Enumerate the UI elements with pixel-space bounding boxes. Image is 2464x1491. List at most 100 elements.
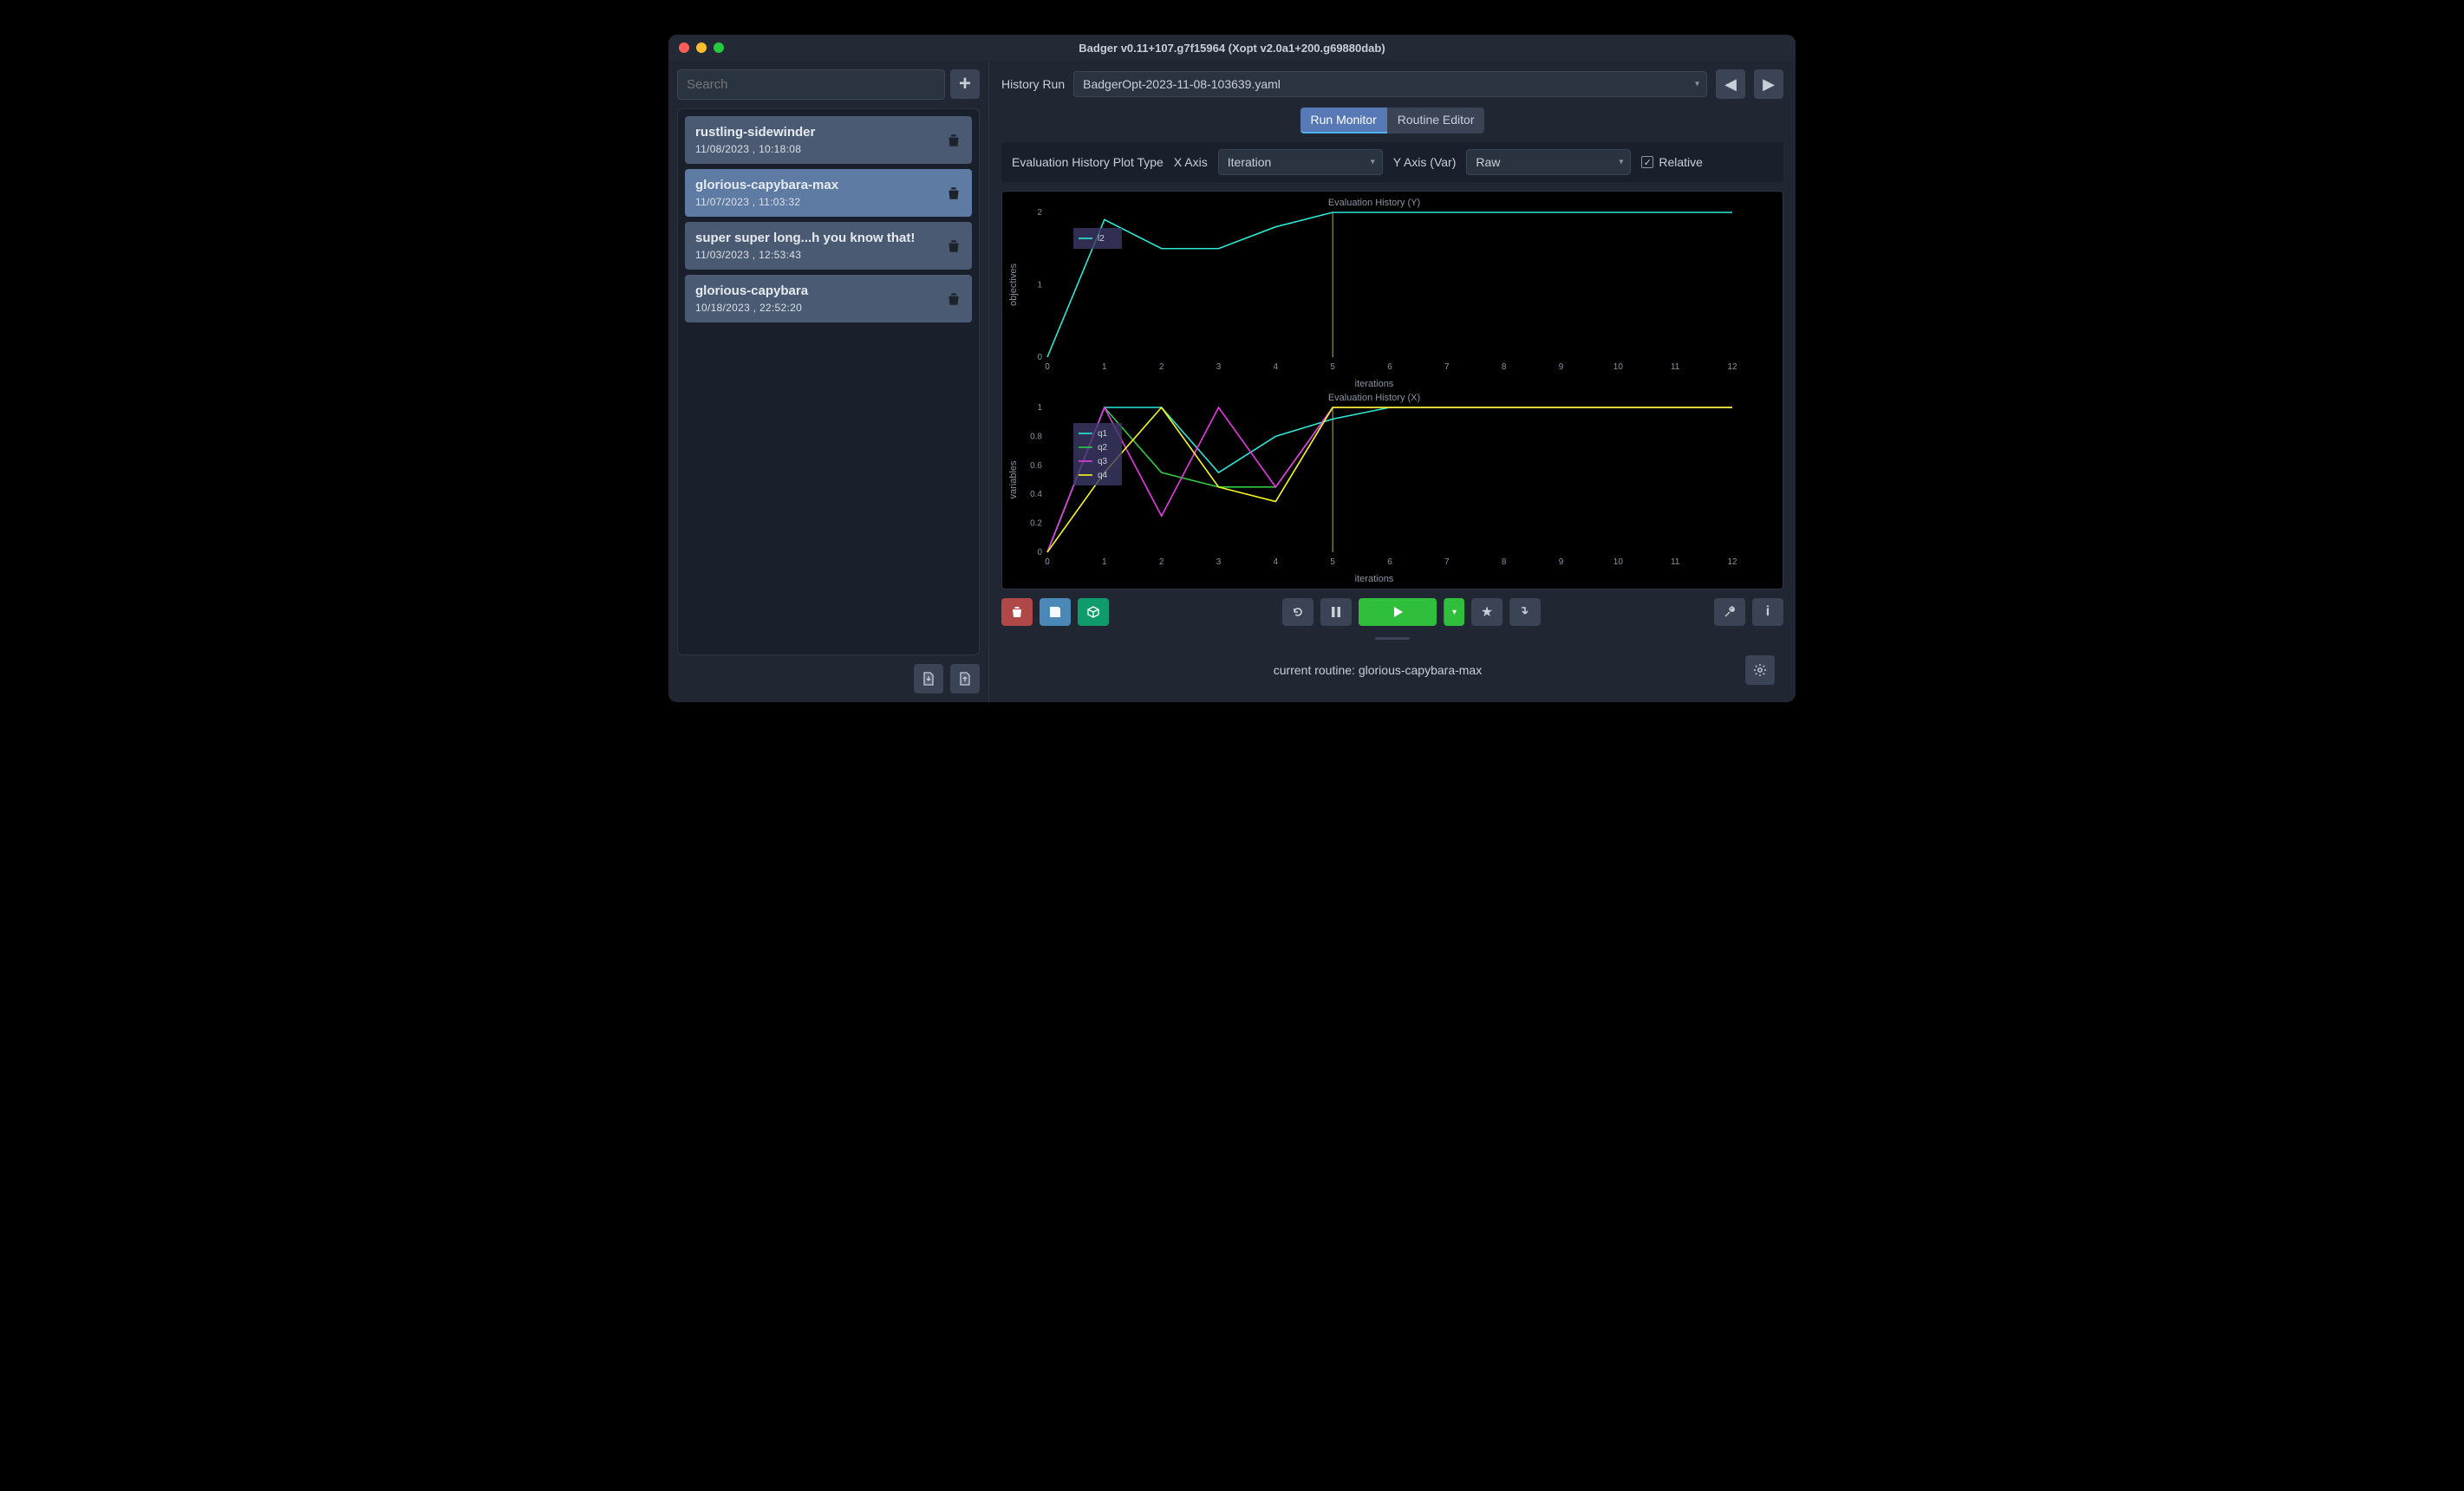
window-controls: [679, 42, 724, 53]
y-tick: 0.8: [1030, 432, 1042, 441]
arrow-down-icon: [1519, 606, 1531, 618]
resize-gripper[interactable]: [1001, 635, 1783, 641]
yaxis-label: Y Axis (Var): [1393, 155, 1457, 169]
delete-routine-button[interactable]: [946, 133, 961, 148]
x-tick: 0: [1045, 557, 1050, 567]
x-tick: 4: [1274, 362, 1279, 372]
delete-routine-button[interactable]: [946, 238, 961, 254]
checkbox-box: ✓: [1641, 156, 1653, 168]
y-tick: 2: [1037, 208, 1042, 218]
import-button[interactable]: [914, 664, 943, 693]
yaxis-select[interactable]: Raw ▾: [1466, 149, 1631, 175]
undo-icon: [1291, 605, 1305, 619]
routine-name: glorious-capybara-max: [695, 178, 838, 192]
routine-name: glorious-capybara: [695, 283, 808, 298]
x-tick: 8: [1502, 557, 1507, 567]
x-tick: 5: [1330, 557, 1335, 567]
history-run-select[interactable]: BadgerOpt-2023-11-08-103639.yaml ▾: [1073, 71, 1707, 97]
close-icon[interactable]: [679, 42, 689, 53]
xaxis-select[interactable]: Iteration ▾: [1218, 149, 1383, 175]
x-tick: 2: [1159, 362, 1164, 372]
tab-bar: Run Monitor Routine Editor: [1001, 107, 1783, 133]
x-tick: 6: [1387, 557, 1392, 567]
series-line: [1047, 407, 1732, 552]
play-icon: [1392, 606, 1404, 618]
y-tick: 0.2: [1030, 519, 1042, 529]
x-tick: 2: [1159, 557, 1164, 567]
wrench-icon: [1723, 605, 1737, 619]
delete-routine-button[interactable]: [946, 186, 961, 201]
routine-timestamp: 11/07/2023 , 11:03:32: [695, 196, 838, 208]
routine-item[interactable]: glorious-capybara 10/18/2023 , 22:52:20: [685, 275, 972, 322]
routine-item[interactable]: rustling-sidewinder 11/08/2023 , 10:18:0…: [685, 116, 972, 164]
x-tick: 7: [1444, 557, 1450, 567]
run-dropdown-button[interactable]: ▾: [1444, 598, 1464, 626]
chevron-down-icon: ▾: [1619, 158, 1623, 167]
trash-icon: [946, 291, 961, 307]
x-tick: 4: [1274, 557, 1279, 567]
x-axis-label: iterations: [1355, 574, 1394, 584]
tab-routine-editor[interactable]: Routine Editor: [1387, 107, 1485, 133]
pause-button[interactable]: [1320, 598, 1352, 626]
statusbar: current routine: glorious-capybara-max: [1001, 650, 1783, 690]
jump-button[interactable]: [1509, 598, 1541, 626]
save-run-button[interactable]: [1040, 598, 1071, 626]
reset-button[interactable]: [1282, 598, 1313, 626]
add-routine-button[interactable]: +: [950, 69, 980, 99]
legend-label: q3: [1098, 457, 1108, 466]
x-axis-label: iterations: [1355, 379, 1394, 389]
tools-button[interactable]: [1714, 598, 1745, 626]
prev-run-button[interactable]: ◀: [1716, 69, 1745, 99]
delete-run-button[interactable]: [1001, 598, 1033, 626]
x-tick: 9: [1559, 557, 1564, 567]
info-button[interactable]: i: [1752, 598, 1783, 626]
chart[interactable]: Evaluation History (X)00.20.40.60.810123…: [1006, 390, 1743, 585]
x-tick: 11: [1671, 362, 1680, 372]
relative-checkbox[interactable]: ✓ Relative: [1641, 155, 1703, 169]
y-tick: 0: [1037, 548, 1042, 557]
zoom-icon[interactable]: [714, 42, 724, 53]
chart[interactable]: Evaluation History (Y)012012345678910111…: [1006, 195, 1743, 390]
y-tick: 1: [1037, 403, 1042, 413]
history-run-value: BadgerOpt-2023-11-08-103639.yaml: [1083, 77, 1281, 91]
x-tick: 0: [1045, 362, 1050, 372]
x-tick: 11: [1671, 557, 1680, 567]
plot-type-label: Evaluation History Plot Type: [1012, 155, 1164, 169]
series-line: [1047, 407, 1732, 552]
x-tick: 10: [1613, 362, 1624, 372]
x-tick: 12: [1727, 557, 1737, 567]
legend-label: l2: [1098, 234, 1105, 244]
minimize-icon[interactable]: [696, 42, 707, 53]
package-button[interactable]: [1078, 598, 1109, 626]
x-tick: 5: [1330, 362, 1335, 372]
routine-list: rustling-sidewinder 11/08/2023 , 10:18:0…: [677, 108, 980, 655]
x-tick: 9: [1559, 362, 1564, 372]
next-run-button[interactable]: ▶: [1754, 69, 1783, 99]
series-line: [1047, 212, 1732, 357]
y-tick: 0: [1037, 353, 1042, 362]
run-button[interactable]: [1359, 598, 1437, 626]
search-input[interactable]: [677, 69, 945, 100]
history-run-label: History Run: [1001, 77, 1065, 91]
tab-run-monitor[interactable]: Run Monitor: [1300, 107, 1387, 133]
routine-item[interactable]: glorious-capybara-max 11/07/2023 , 11:03…: [685, 169, 972, 217]
trash-icon: [1010, 605, 1024, 619]
y-tick: 0.4: [1030, 490, 1042, 499]
routine-timestamp: 11/03/2023 , 12:53:43: [695, 249, 915, 261]
favorite-button[interactable]: ★: [1471, 598, 1503, 626]
routine-timestamp: 10/18/2023 , 22:52:20: [695, 302, 808, 314]
series-line: [1047, 407, 1732, 552]
y-axis-label: objectives: [1008, 264, 1019, 306]
cube-icon: [1086, 605, 1100, 619]
x-tick: 1: [1102, 557, 1107, 567]
export-button[interactable]: [950, 664, 980, 693]
gear-icon: [1753, 663, 1767, 677]
delete-routine-button[interactable]: [946, 291, 961, 307]
x-tick: 3: [1216, 362, 1222, 372]
xaxis-label: X Axis: [1174, 155, 1208, 169]
routine-item[interactable]: super super long...h you know that! 11/0…: [685, 222, 972, 270]
toolbar: ▾ ★ i: [1001, 598, 1783, 626]
settings-button[interactable]: [1745, 655, 1775, 685]
trash-icon: [946, 133, 961, 148]
plot-controls: Evaluation History Plot Type X Axis Iter…: [1001, 142, 1783, 182]
